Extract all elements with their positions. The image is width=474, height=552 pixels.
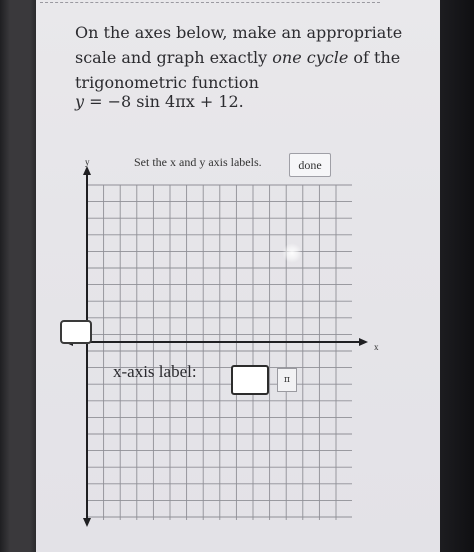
y-axis-label-input[interactable] bbox=[60, 320, 92, 344]
pi-symbol-button[interactable]: π bbox=[277, 368, 297, 392]
graph-grid[interactable] bbox=[0, 0, 474, 552]
axes bbox=[64, 166, 368, 527]
screen-glare bbox=[282, 243, 302, 263]
y-axis-arrow-down bbox=[83, 518, 91, 527]
x-axis-label-input[interactable] bbox=[231, 365, 269, 395]
y-axis-arrow-up bbox=[83, 166, 91, 175]
x-axis-label-caption: x-axis label: bbox=[113, 362, 197, 381]
grid-lines bbox=[86, 184, 352, 520]
device-screen: On the axes below, make an appropriate s… bbox=[0, 0, 474, 552]
x-axis-letter: x bbox=[374, 342, 379, 352]
x-axis-arrow-right bbox=[359, 338, 368, 346]
